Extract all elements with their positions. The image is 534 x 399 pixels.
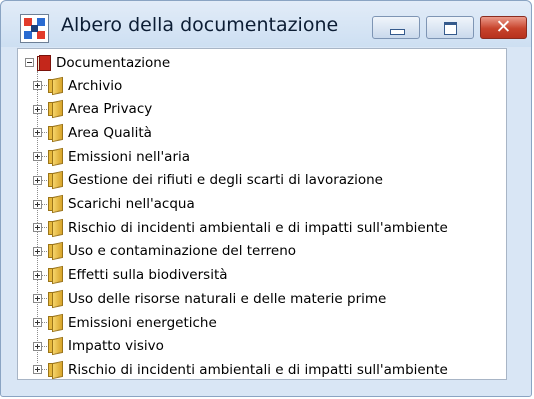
tree-node[interactable]: Archivio [33,74,122,97]
expand-icon[interactable] [33,128,42,138]
tree-connector [42,322,47,323]
tree-node-label: Rischio di incidenti ambientali e di imp… [68,361,448,378]
tree-connector [42,108,47,110]
tree-node[interactable]: Rischio di incidenti ambientali e di imp… [33,216,448,239]
tree-node[interactable]: Impatto visivo [33,335,164,358]
tree-node-label: Emissioni energetiche [68,314,217,331]
minimize-button[interactable] [372,16,420,39]
expand-icon[interactable] [33,365,42,375]
maximize-button[interactable] [426,16,474,39]
expand-icon[interactable] [33,175,42,185]
tree-node[interactable]: Emissioni nell'aria [33,145,190,168]
app-icon [20,14,49,43]
tree-node[interactable]: Emissioni energetiche [33,311,217,334]
tree-connector [42,298,47,300]
close-button[interactable]: ✕ [480,16,527,39]
tree-connector [42,227,47,229]
tree-connector [42,156,47,158]
tree-node-label: Area Qualità [68,124,152,141]
folder-icon [48,242,63,261]
folder-icon [48,100,63,119]
folder-icon [48,171,63,190]
folder-icon [48,147,63,166]
tree-node[interactable]: Uso delle risorse naturali e delle mater… [33,287,386,310]
tree-node[interactable]: Effetti sulla biodiversità [33,264,228,287]
tree-node-label: Archivio [68,77,123,94]
folder-icon [48,123,63,143]
folder-icon [48,194,63,214]
tree-node-label: Scarichi nell'acqua [68,196,195,212]
folder-icon [48,289,63,308]
expand-icon[interactable] [33,246,42,256]
tree-node[interactable]: Scarichi nell'acqua [33,193,195,216]
tree-connector [42,203,47,205]
document-tree-window: Albero della documentazione ✕ Documentaz… [0,0,532,397]
minimize-icon [390,29,405,35]
tree-node[interactable]: Area Qualità [33,121,152,144]
expand-icon[interactable] [33,270,42,280]
tree-view[interactable]: Documentazione Archivio Area Privacy Area … [17,48,507,380]
collapse-icon[interactable] [25,58,34,67]
tree-connector [42,345,47,347]
expand-icon[interactable] [33,223,42,233]
expand-icon[interactable] [33,341,42,351]
tree-node[interactable]: Uso e contaminazione del terreno [33,240,296,263]
folder-icon [48,218,63,237]
folder-icon [48,265,63,285]
tree-connector [42,132,47,134]
expand-icon[interactable] [33,104,42,114]
tree-connector [42,85,47,86]
tree-node-label: Uso e contaminazione del terreno [68,243,297,260]
tree-node-label: Uso delle risorse naturali e delle mater… [68,290,387,307]
window-title: Albero della documentazione [61,14,339,36]
tree-node[interactable]: Rischio di incidenti ambientali e di imp… [33,358,448,381]
expand-icon[interactable] [33,294,42,304]
tree-node[interactable]: Area Privacy [33,98,152,121]
tree-node-label: Impatto visivo [68,338,164,355]
folder-icon [48,337,63,356]
folder-icon [48,313,63,332]
tree-node[interactable]: Gestione dei rifiuti e degli scarti di l… [33,169,383,192]
tree-node-label: Rischio di incidenti ambientali e di imp… [68,219,448,236]
tree-node-label: Gestione dei rifiuti e degli scarti di l… [68,172,383,189]
folder-icon [48,76,63,95]
expand-icon[interactable] [33,318,42,327]
tree-connector [42,369,47,371]
expand-icon[interactable] [33,152,42,162]
folder-icon [48,360,63,380]
maximize-icon [444,22,457,35]
tree-node-label: Emissioni nell'aria [68,148,191,165]
tree-connector [42,274,47,276]
tree-root-node[interactable]: Documentazione [25,51,170,74]
title-bar[interactable]: Albero della documentazione ✕ [1,1,531,47]
tree-root-label: Documentazione [56,54,171,71]
tree-connector [42,179,47,181]
close-icon: ✕ [495,16,512,38]
tree-node-label: Effetti sulla biodiversità [68,267,228,284]
tree-connector [42,250,47,252]
expand-icon[interactable] [33,81,42,90]
expand-icon[interactable] [33,199,42,209]
tree-node-label: Area Privacy [68,101,153,118]
book-icon [37,54,51,71]
